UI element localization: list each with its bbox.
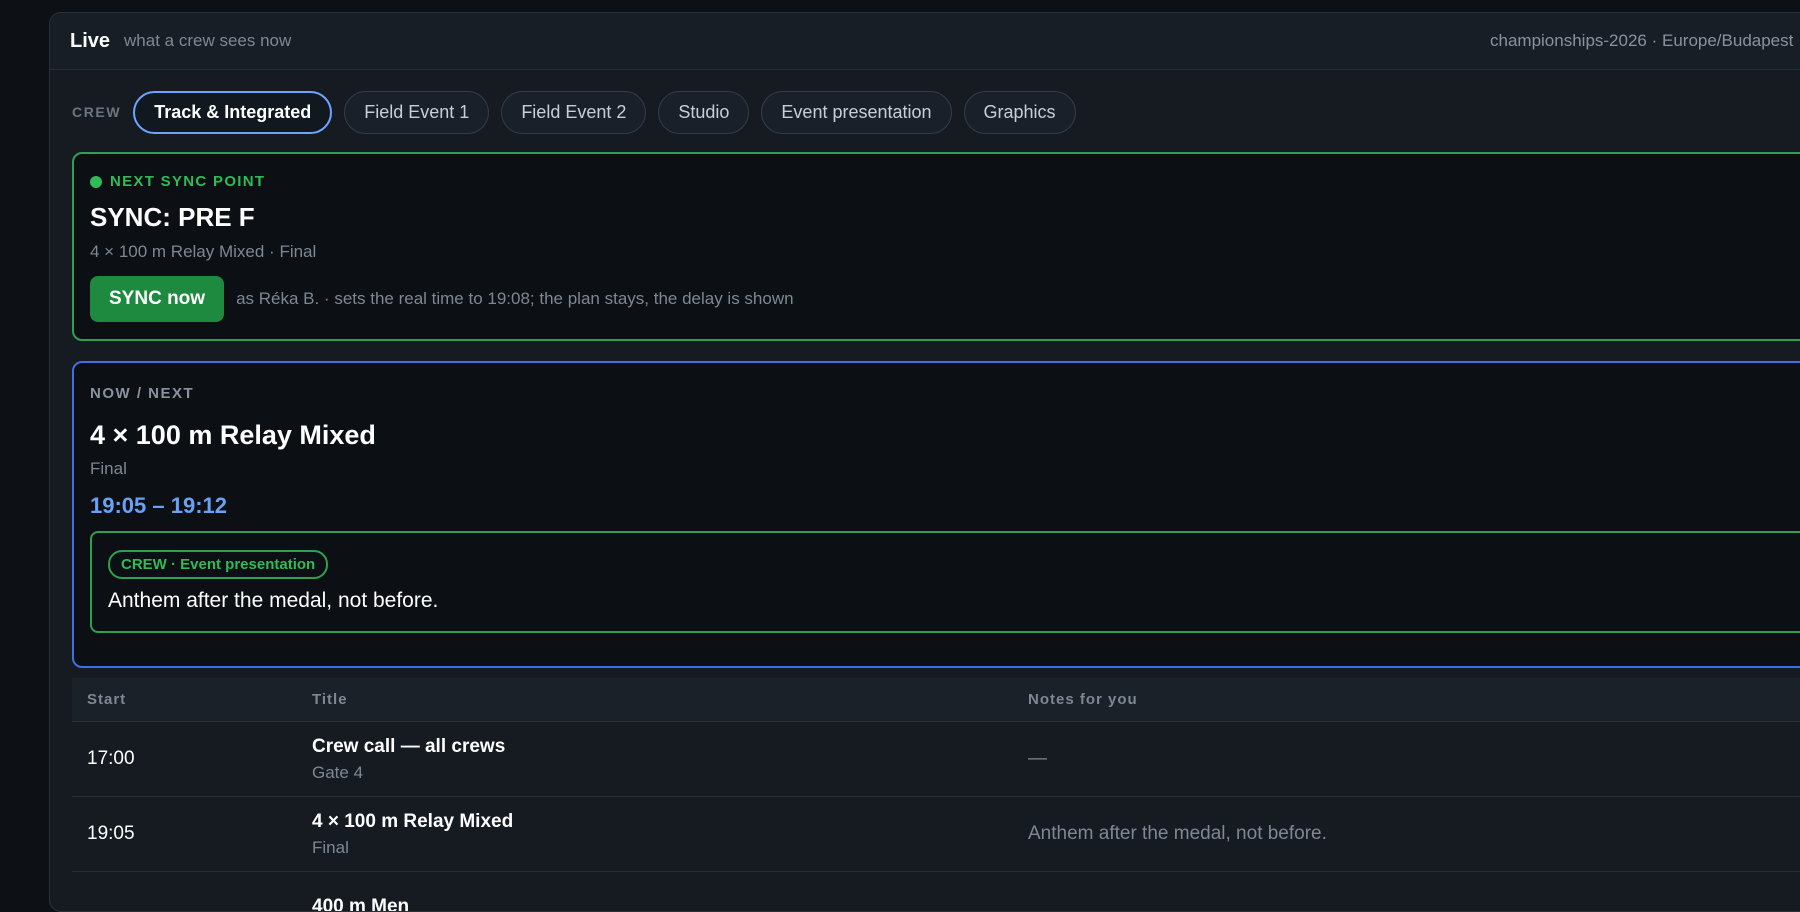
next-sync-card: NEXT SYNC POINT p SYNC: PRE F 4 × 100 m … <box>72 152 1800 341</box>
row-subtitle: Final <box>312 838 1028 858</box>
table-row[interactable]: 17:00 Crew call — all crews Gate 4 — <box>72 722 1800 797</box>
live-panel: Live what a crew sees now championships-… <box>49 12 1800 912</box>
crew-tab-track-integrated[interactable]: Track & Integrated <box>133 91 332 134</box>
crew-tab-studio[interactable]: Studio <box>658 91 749 134</box>
schedule-table: Start Title Notes for you 17:00 Crew cal… <box>72 678 1800 912</box>
panel-header: Live what a crew sees now championships-… <box>50 13 1800 70</box>
crew-tab-event-presentation[interactable]: Event presentation <box>761 91 951 134</box>
table-row[interactable]: 400 m Men <box>72 872 1800 912</box>
table-header: Start Title Notes for you <box>72 678 1800 722</box>
crew-label: CREW <box>72 104 121 120</box>
row-start: 17:00 <box>87 748 135 769</box>
crew-note-text: Anthem after the medal, not before. <box>108 589 1800 613</box>
crew-tab-field-event-2[interactable]: Field Event 2 <box>501 91 646 134</box>
now-subtitle: Final <box>90 459 1800 479</box>
crew-selector: CREW Track & Integrated Field Event 1 Fi… <box>50 70 1800 154</box>
column-header-start: Start <box>72 691 312 708</box>
row-note: Anthem after the medal, not before. <box>1028 823 1327 844</box>
sync-title: SYNC: PRE F <box>90 202 1800 233</box>
row-note: — <box>1028 748 1047 769</box>
row-title: 4 × 100 m Relay Mixed <box>312 811 1028 833</box>
sync-note: as Réka B. · sets the real time to 19:08… <box>236 289 794 309</box>
column-header-title: Title <box>312 691 1028 708</box>
sync-kicker: NEXT SYNC POINT <box>110 173 265 190</box>
status-dot-icon <box>90 176 102 188</box>
now-next-kicker: NOW / NEXT <box>90 385 1800 402</box>
sync-now-button[interactable]: SYNC now <box>90 276 224 322</box>
crew-tab-field-event-1[interactable]: Field Event 1 <box>344 91 489 134</box>
row-subtitle: Gate 4 <box>312 763 1028 783</box>
table-row[interactable]: 19:05 4 × 100 m Relay Mixed Final Anthem… <box>72 797 1800 872</box>
event-context: championships-2026 · Europe/Budapest <box>1490 31 1793 51</box>
column-header-notes: Notes for you <box>1028 691 1800 708</box>
row-title: 400 m Men <box>312 896 1028 912</box>
sync-subtitle: 4 × 100 m Relay Mixed · Final <box>90 242 1800 262</box>
now-title: 4 × 100 m Relay Mixed <box>90 420 1800 451</box>
crew-tab-graphics[interactable]: Graphics <box>964 91 1076 134</box>
panel-subtitle: what a crew sees now <box>124 31 291 51</box>
now-next-card: NOW / NEXT 4 × 100 m Relay Mixed Final 1… <box>72 361 1800 668</box>
now-time-range: 19:05 – 19:12 <box>90 493 1800 519</box>
crew-badge: CREW · Event presentation <box>108 550 328 579</box>
crew-note: CREW · Event presentation Anthem after t… <box>90 531 1800 633</box>
row-start: 19:05 <box>87 823 135 844</box>
row-title: Crew call — all crews <box>312 736 1028 758</box>
panel-title: Live <box>70 30 110 53</box>
